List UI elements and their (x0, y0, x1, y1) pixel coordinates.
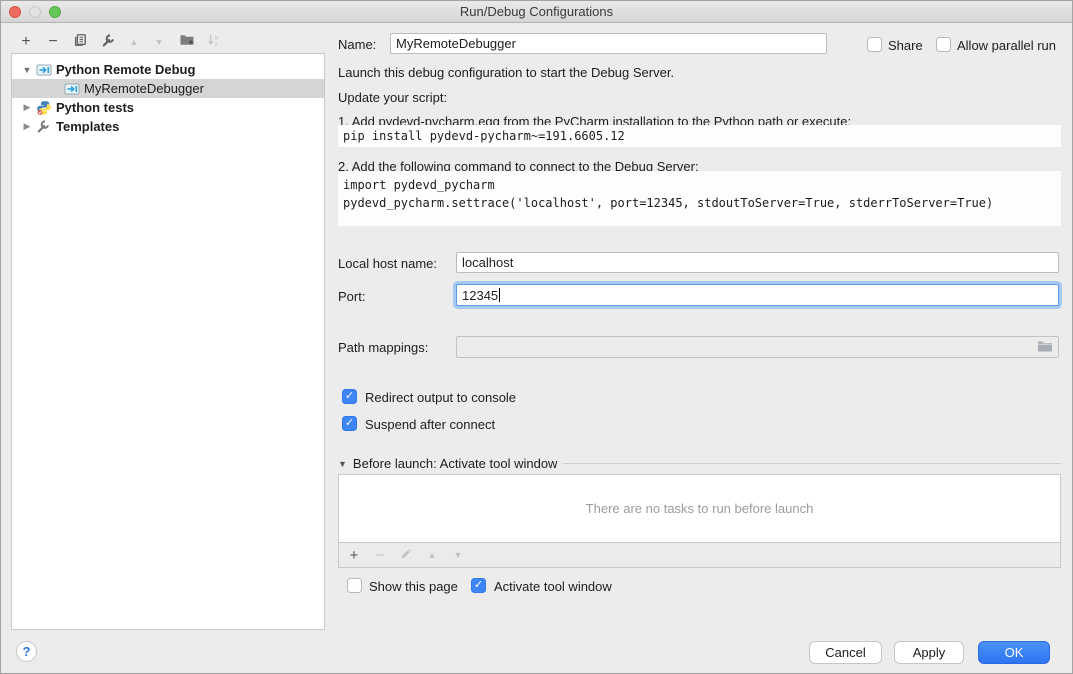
collapse-section-icon[interactable]: ▼ (338, 459, 347, 469)
activate-tool-window-label: Activate tool window (494, 579, 612, 594)
tree-item-myremotedebugger[interactable]: MyRemoteDebugger (12, 79, 324, 98)
svg-text:z: z (214, 41, 217, 48)
settrace-code: import pydevd_pycharm pydevd_pycharm.set… (338, 171, 1061, 226)
new-folder-icon (179, 32, 195, 52)
local-host-name-label: Local host name: (338, 256, 437, 271)
apply-button[interactable]: Apply (894, 641, 964, 664)
move-task-up-button[interactable]: ▲ (421, 544, 443, 566)
tasks-toolbar: + − ▲ ▼ (338, 543, 1061, 568)
before-launch-tasks-list[interactable]: There are no tasks to run before launch (338, 474, 1061, 543)
redirect-output-checkbox[interactable]: ✓ (342, 389, 357, 404)
move-down-button[interactable]: ▼ (148, 31, 170, 53)
remote-debug-icon (64, 81, 80, 97)
sort-configurations-button[interactable]: az (202, 31, 224, 53)
path-mappings-label: Path mappings: (338, 340, 428, 355)
pip-install-code: pip install pydevd-pycharm~=191.6605.12 (338, 125, 1061, 147)
before-launch-divider (563, 463, 1061, 464)
suspend-after-connect-checkbox[interactable]: ✓ (342, 416, 357, 431)
edit-task-button[interactable] (395, 544, 417, 566)
configurations-tree: ▼ Python Remote Debug MyRemoteDebugger ▶… (11, 53, 325, 630)
suspend-after-connect-label: Suspend after connect (365, 417, 495, 432)
port-input[interactable]: 12345 (456, 284, 1059, 306)
before-launch-title: Before launch: Activate tool window (353, 456, 558, 471)
share-label: Share (888, 38, 923, 53)
tree-item-label: Templates (56, 119, 119, 134)
show-this-page-checkbox[interactable] (347, 578, 362, 593)
move-up-button[interactable]: ▲ (123, 31, 145, 53)
question-mark-icon: ? (23, 644, 31, 659)
name-label: Name: (338, 37, 376, 52)
update-script-text: Update your script: (338, 90, 447, 105)
add-configuration-button[interactable]: + (15, 31, 37, 53)
add-task-button[interactable]: + (343, 544, 365, 566)
wrench-icon (101, 33, 116, 52)
tree-item-python-tests[interactable]: ▶ Python tests (12, 98, 324, 117)
edit-defaults-button[interactable] (97, 31, 119, 53)
pencil-icon (399, 547, 413, 564)
remote-debug-icon (36, 62, 52, 78)
create-folder-button[interactable] (176, 31, 198, 53)
window-title: Run/Debug Configurations (1, 4, 1072, 19)
run-debug-configurations-dialog: Run/Debug Configurations + − ▲ ▼ az ▼ Py… (0, 0, 1073, 674)
redirect-output-label: Redirect output to console (365, 390, 516, 405)
move-task-down-button[interactable]: ▼ (447, 544, 469, 566)
chevron-collapsed-icon[interactable]: ▶ (22, 121, 32, 132)
remove-task-button[interactable]: − (369, 544, 391, 566)
check-icon: ✓ (345, 418, 354, 429)
text-caret (499, 288, 500, 302)
tree-item-python-remote-debug[interactable]: ▼ Python Remote Debug (12, 60, 324, 79)
remove-configuration-button[interactable]: − (42, 31, 64, 53)
local-host-name-input[interactable] (456, 252, 1059, 273)
allow-parallel-run-checkbox[interactable] (936, 37, 951, 52)
ok-button[interactable]: OK (978, 641, 1050, 664)
share-checkbox[interactable] (867, 37, 882, 52)
copy-configuration-button[interactable] (69, 31, 91, 53)
folder-icon[interactable] (1037, 339, 1053, 356)
intro-text: Launch this debug configuration to start… (338, 65, 674, 80)
activate-tool-window-checkbox[interactable]: ✓ (471, 578, 486, 593)
copy-icon (73, 33, 87, 51)
cancel-button[interactable]: Cancel (809, 641, 882, 664)
check-icon: ✓ (345, 391, 354, 402)
check-icon: ✓ (474, 580, 483, 591)
help-button[interactable]: ? (16, 641, 37, 662)
tree-item-label: MyRemoteDebugger (84, 81, 204, 96)
show-this-page-label: Show this page (369, 579, 458, 594)
python-tests-icon (36, 100, 52, 116)
tree-item-label: Python tests (56, 100, 134, 115)
wrench-icon (36, 119, 52, 135)
titlebar[interactable]: Run/Debug Configurations (1, 1, 1072, 23)
chevron-collapsed-icon[interactable]: ▶ (22, 102, 32, 113)
tree-item-templates[interactable]: ▶ Templates (12, 117, 324, 136)
allow-parallel-run-label: Allow parallel run (957, 38, 1056, 53)
empty-tasks-message: There are no tasks to run before launch (586, 501, 814, 516)
tree-item-label: Python Remote Debug (56, 62, 195, 77)
port-label: Port: (338, 289, 365, 304)
chevron-expanded-icon[interactable]: ▼ (22, 65, 32, 75)
name-input[interactable] (390, 33, 827, 54)
sort-az-icon: az (206, 33, 221, 52)
path-mappings-input[interactable] (456, 336, 1059, 358)
before-launch-header[interactable]: ▼ Before launch: Activate tool window (338, 456, 1061, 471)
